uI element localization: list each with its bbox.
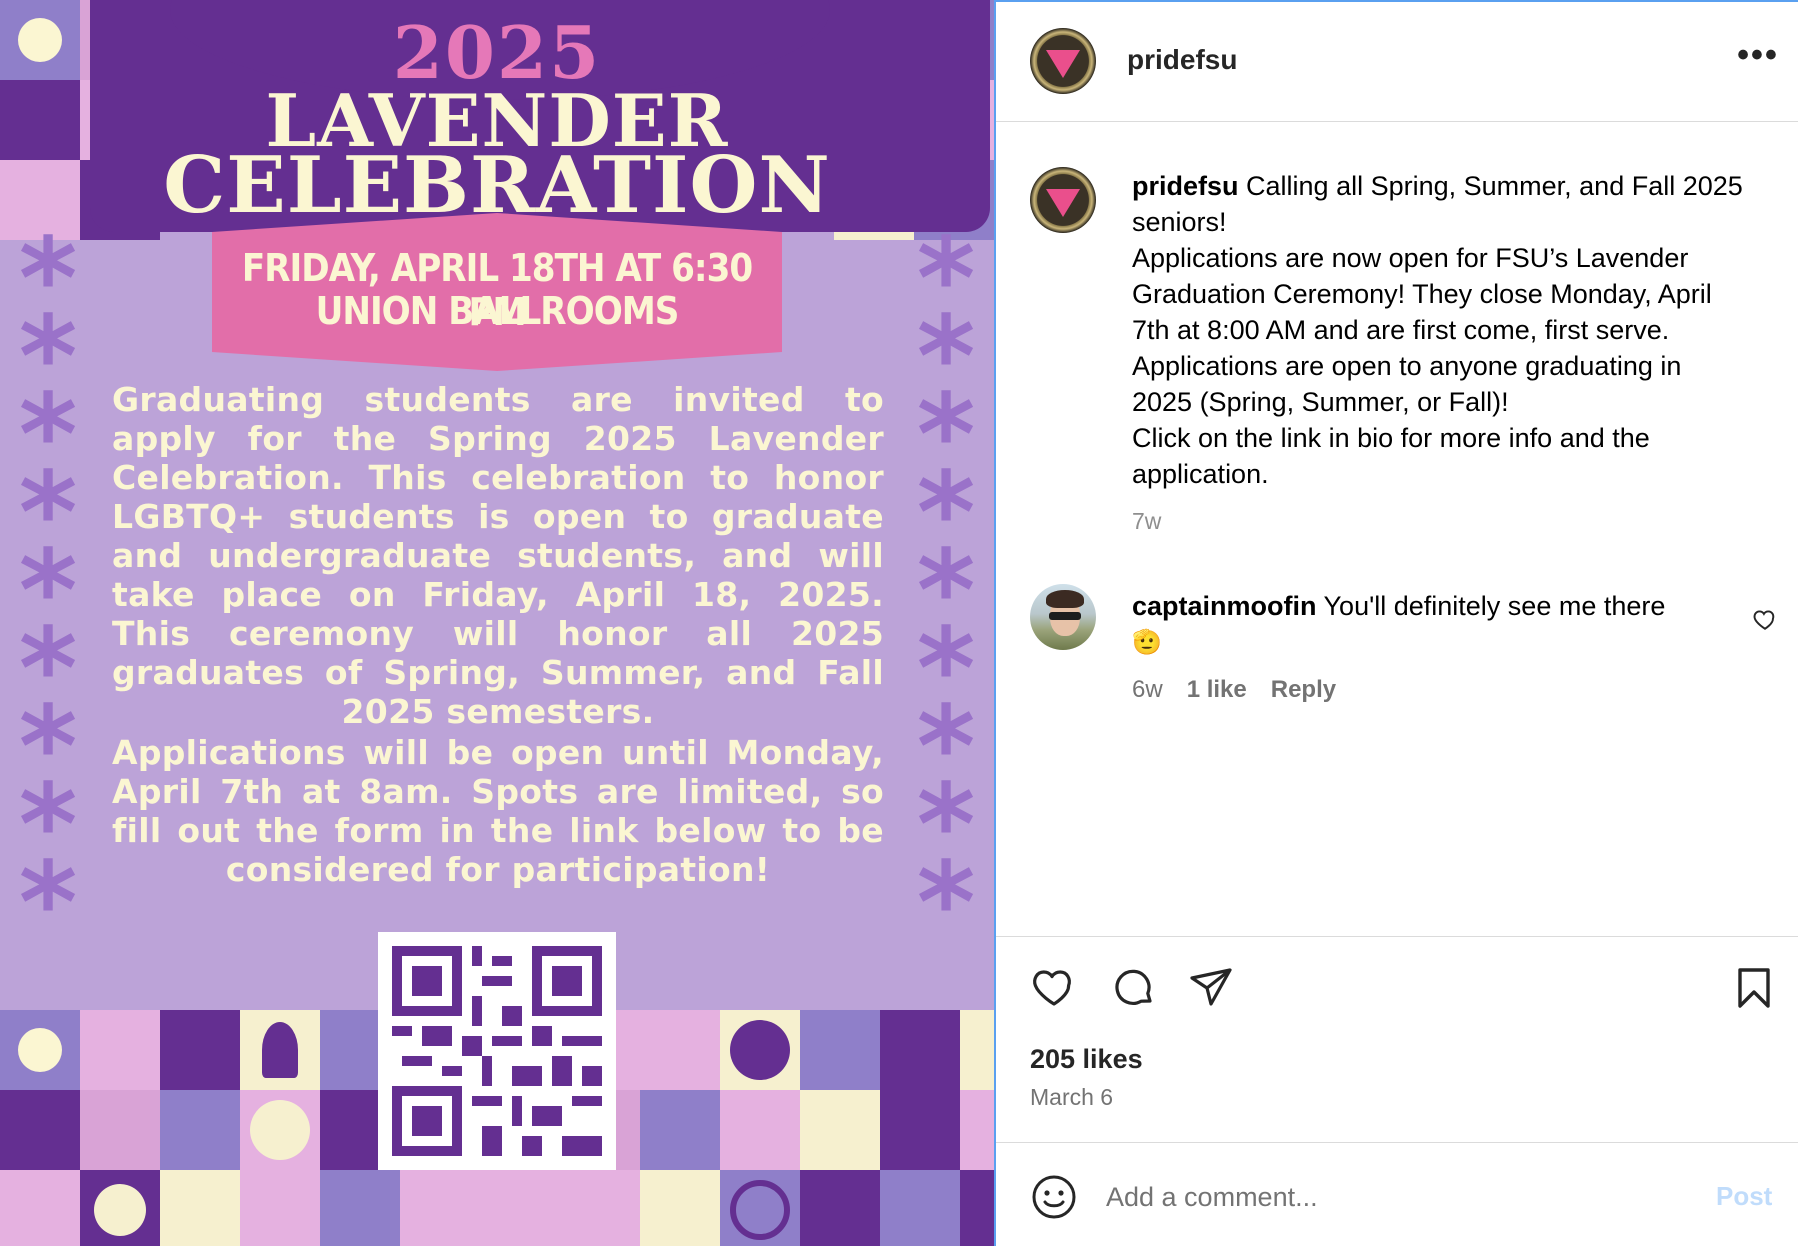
caption-line: application.	[1132, 459, 1269, 489]
comment: captainmoofin You'll definitely see me t…	[1132, 588, 1732, 660]
caption-line: 2025 (Spring, Summer, or Fall)!	[1132, 387, 1509, 417]
comment-timestamp: 6w	[1132, 676, 1163, 703]
caption-line: Click on the link in bio for more info a…	[1132, 423, 1650, 453]
comment-username[interactable]: captainmoofin	[1132, 591, 1317, 621]
add-comment-bar: Post	[996, 1142, 1798, 1246]
comment-likes[interactable]: 1 like	[1187, 676, 1247, 704]
qr-code-icon	[378, 932, 616, 1170]
caption-avatar[interactable]	[1030, 167, 1096, 233]
post-panel: pridefsu ••• pridefsu Calling all Spring…	[994, 0, 1798, 1246]
decorative-asterisks-left: * * * * * * * * *	[18, 215, 78, 969]
caption-timestamp[interactable]: 7w	[1132, 508, 1161, 535]
avatar[interactable]	[1030, 28, 1096, 94]
commenter-avatar[interactable]	[1030, 584, 1096, 650]
caption-username[interactable]: pridefsu	[1132, 171, 1239, 201]
post-date: March 6	[1030, 1084, 1114, 1110]
caption-line: Applications are open to anyone graduati…	[1132, 351, 1682, 381]
poster-description: Graduating students are invited to apply…	[112, 380, 884, 731]
poster-application-info: Applications will be open until Monday, …	[112, 733, 884, 889]
post-comment-button[interactable]: Post	[1716, 1181, 1772, 1212]
heart-icon[interactable]	[1030, 964, 1078, 1012]
bookmark-icon[interactable]	[1730, 964, 1778, 1012]
comment-meta: 6w 1 like Reply	[1132, 676, 1336, 704]
decorative-pattern-bottom-3	[0, 1170, 994, 1246]
caption-line: 7th at 8:00 AM and are first come, first…	[1132, 315, 1670, 345]
comment-heart-icon[interactable]	[1752, 606, 1778, 632]
caption-line: Applications are now open for FSU’s Lave…	[1132, 243, 1689, 273]
caption-line: Graduation Ceremony! They close Monday, …	[1132, 279, 1712, 309]
comment-text: You'll definitely see me there	[1323, 591, 1666, 621]
decorative-asterisks-right: * * * * * * * * *	[916, 215, 976, 969]
emoji-icon[interactable]	[1030, 1173, 1078, 1221]
header-username[interactable]: pridefsu	[1127, 44, 1237, 76]
like-count[interactable]: 205 likes	[1030, 1044, 1143, 1075]
comment-input[interactable]	[1106, 1171, 1666, 1223]
post-caption: pridefsu Calling all Spring, Summer, and…	[1132, 168, 1782, 492]
post-header: pridefsu •••	[996, 2, 1798, 122]
caption-line: Calling all Spring, Summer, and Fall 202…	[1246, 171, 1743, 201]
more-options-icon[interactable]: •••	[1736, 38, 1780, 80]
caption-line: seniors!	[1132, 207, 1227, 237]
post-image[interactable]: 2025 LAVENDER CELEBRATION FRIDAY, APRIL …	[0, 0, 994, 1246]
reply-button[interactable]: Reply	[1271, 676, 1336, 704]
comment-icon[interactable]	[1110, 964, 1158, 1012]
action-divider	[996, 936, 1798, 937]
saluting-face-emoji: 🫡	[1132, 628, 1162, 656]
event-location: UNION BALLROOMS	[315, 289, 680, 333]
share-icon[interactable]	[1188, 964, 1236, 1012]
